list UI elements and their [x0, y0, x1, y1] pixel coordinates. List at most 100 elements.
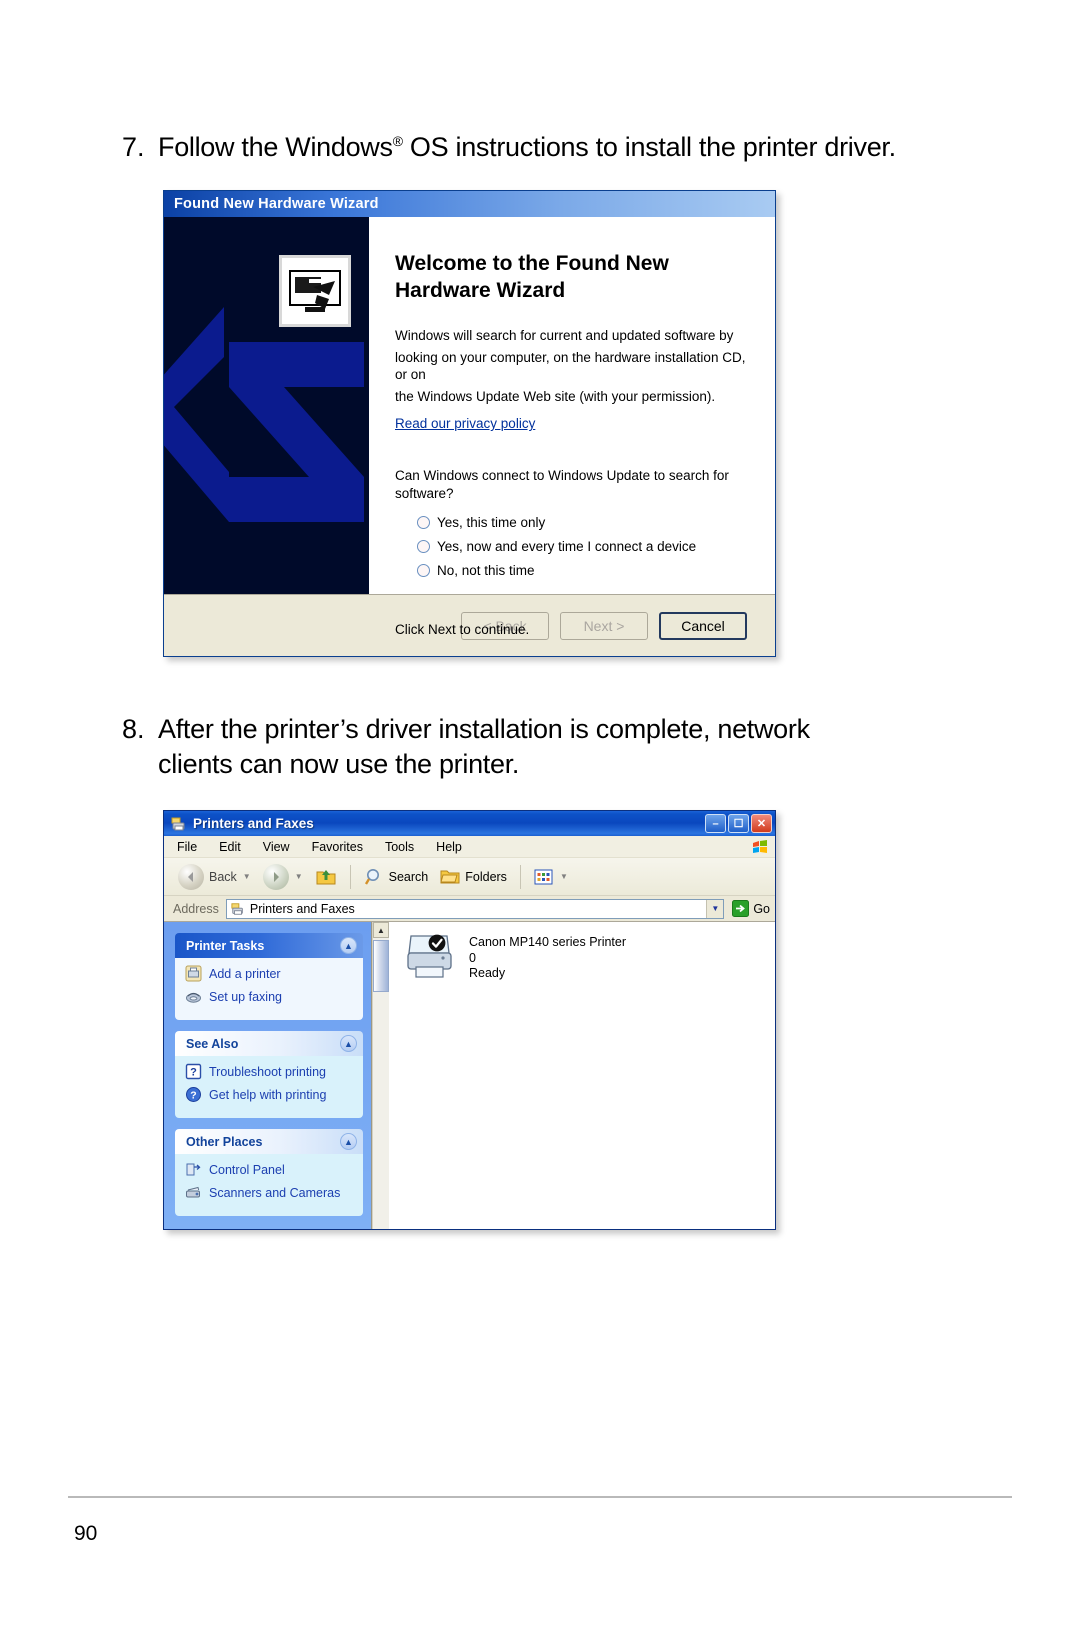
- toolbar-back-button[interactable]: Back ▼: [173, 863, 256, 891]
- explorer-menu-bar: File Edit View Favorites Tools Help: [164, 836, 775, 858]
- toolbar-search-button[interactable]: Search: [359, 866, 434, 888]
- wizard-content-panel: Welcome to the Found New Hardware Wizard…: [369, 217, 775, 637]
- toolbar-folders-label: Folders: [465, 869, 507, 884]
- footer-divider: [68, 1496, 1012, 1498]
- toolbar-views-button[interactable]: ▼: [529, 867, 573, 887]
- chevron-down-icon[interactable]: ▼: [243, 872, 251, 881]
- radio-option-label: Yes, this time only: [437, 514, 546, 530]
- step-7-text-after: OS instructions to install the printer d…: [402, 132, 896, 162]
- chevron-down-icon[interactable]: ▼: [560, 872, 568, 881]
- wizard-paragraph-line-2: looking on your computer, on the hardwar…: [395, 349, 746, 383]
- wizard-paragraph-line-1: Windows will search for current and upda…: [395, 327, 734, 343]
- explorer-title-bar: Printers and Faxes – ☐ ✕: [164, 811, 775, 836]
- views-icon[interactable]: [534, 868, 554, 886]
- address-label: Address: [173, 901, 219, 916]
- address-bar: Address Printers and Faxes ▼ Go: [164, 896, 775, 922]
- scrollbar-thumb[interactable]: [373, 940, 389, 992]
- toolbar-up-button[interactable]: [310, 866, 342, 888]
- menu-file[interactable]: File: [177, 840, 197, 854]
- folders-icon[interactable]: [440, 867, 460, 886]
- menu-help[interactable]: Help: [436, 840, 462, 854]
- close-button[interactable]: ✕: [751, 814, 772, 833]
- panel-printer-tasks-header[interactable]: Printer Tasks ▲: [175, 933, 363, 958]
- sidebar-item-scanners-and-cameras[interactable]: Scanners and Cameras: [185, 1184, 355, 1201]
- wizard-click-next-text: Click Next to continue.: [395, 621, 530, 637]
- address-dropdown-chevron-down-icon[interactable]: ▼: [706, 899, 724, 918]
- toolbar-forward-button[interactable]: ▼: [258, 863, 308, 891]
- chevron-up-icon[interactable]: ▲: [340, 1133, 357, 1150]
- sidebar-item-label: Troubleshoot printing: [209, 1064, 326, 1079]
- radio-button-icon[interactable]: [417, 563, 430, 577]
- sidebar-item-add-a-printer[interactable]: Add a printer: [185, 965, 355, 982]
- scroll-up-button[interactable]: ▲: [373, 922, 389, 938]
- window-controls: – ☐ ✕: [705, 814, 772, 833]
- radio-option-yes-every-time[interactable]: Yes, now and every time I connect a devi…: [417, 539, 749, 554]
- step-8: 8. After the printer’s driver installati…: [122, 712, 882, 781]
- radio-option-label: No, not this time: [437, 562, 535, 578]
- address-input[interactable]: Printers and Faxes ▼: [225, 898, 725, 919]
- forward-arrow-icon[interactable]: [262, 863, 289, 890]
- wizard-heading-line-1: Welcome to the Found New: [395, 252, 669, 275]
- privacy-policy-link[interactable]: Read our privacy policy: [395, 416, 535, 431]
- svg-text:?: ?: [190, 1090, 196, 1102]
- minimize-button[interactable]: –: [705, 814, 726, 833]
- radio-option-no-not-this-time[interactable]: No, not this time: [417, 563, 749, 578]
- radio-button-icon[interactable]: [417, 515, 430, 529]
- sidebar-item-get-help-with-printing[interactable]: ? Get help with printing: [185, 1086, 355, 1103]
- sidebar-item-set-up-faxing[interactable]: Set up faxing: [185, 988, 355, 1005]
- printer-details: Canon MP140 series Printer 0 Ready: [469, 933, 626, 982]
- toolbar-separator: [349, 864, 351, 889]
- wizard-body: Welcome to the Found New Hardware Wizard…: [164, 217, 775, 637]
- panel-printer-tasks-title: Printer Tasks: [186, 938, 265, 953]
- wizard-question-line-1: Can Windows connect to Windows Update to…: [395, 468, 729, 483]
- menu-edit[interactable]: Edit: [219, 840, 241, 854]
- sidebar-item-label: Add a printer: [209, 966, 281, 981]
- back-arrow-icon[interactable]: [178, 863, 204, 890]
- explorer-toolbar: Back ▼ ▼ Search Folders ▼: [164, 858, 775, 896]
- panel-other-places-header[interactable]: Other Places ▲: [175, 1129, 363, 1154]
- chevron-up-icon[interactable]: ▲: [340, 1035, 357, 1052]
- explorer-content: Printer Tasks ▲ Add a printer Set up fax…: [164, 922, 775, 1229]
- radio-button-icon[interactable]: [417, 539, 430, 553]
- radio-option-yes-this-time[interactable]: Yes, this time only: [417, 515, 749, 530]
- menu-favorites[interactable]: Favorites: [312, 840, 363, 854]
- chevron-down-icon[interactable]: ▼: [295, 872, 303, 881]
- add-printer-icon: [185, 965, 202, 982]
- list-item[interactable]: Canon MP140 series Printer 0 Ready: [403, 933, 775, 982]
- printers-folder-icon: [231, 902, 243, 915]
- sidebar-item-troubleshoot-printing[interactable]: ? Troubleshoot printing: [185, 1063, 355, 1080]
- menu-view[interactable]: View: [263, 840, 290, 854]
- chevron-up-icon[interactable]: ▲: [340, 937, 357, 954]
- maximize-button[interactable]: ☐: [728, 814, 749, 833]
- search-icon[interactable]: [364, 867, 384, 887]
- printers-folder-icon: [171, 817, 185, 830]
- menu-tools[interactable]: Tools: [385, 840, 414, 854]
- toolbar-folders-button[interactable]: Folders: [435, 866, 512, 887]
- panel-other-places-body: Control Panel Scanners and Cameras: [175, 1154, 363, 1216]
- step-8-line-1: After the printer’s driver installation …: [158, 714, 810, 744]
- go-arrow-icon[interactable]: [732, 900, 750, 917]
- control-panel-icon: [186, 1163, 201, 1176]
- sidebar-item-label: Control Panel: [209, 1162, 285, 1177]
- wizard-banner-panel: [164, 217, 369, 594]
- sidebar-item-label: Get help with printing: [209, 1087, 327, 1102]
- toolbar-search-label: Search: [388, 869, 429, 884]
- page-number: 90: [74, 1522, 98, 1545]
- panel-see-also-body: ? Troubleshoot printing ? Get help with …: [175, 1056, 363, 1118]
- wizard-question-line-2: software?: [395, 485, 454, 501]
- svg-text:?: ?: [190, 1067, 197, 1079]
- printers-and-faxes-window: Printers and Faxes – ☐ ✕ File Edit View …: [163, 810, 776, 1230]
- sidebar-item-control-panel[interactable]: Control Panel: [185, 1161, 355, 1178]
- step-7: 7. Follow the Windows® OS instructions t…: [122, 130, 952, 165]
- wizard-heading-line-2: Hardware Wizard: [395, 278, 566, 302]
- up-folder-icon[interactable]: [315, 867, 337, 887]
- scanner-icon: [186, 1186, 200, 1198]
- step-7-text-before: Follow the Windows: [158, 132, 393, 162]
- panel-see-also: See Also ▲ ? Troubleshoot printing ? Get…: [175, 1031, 363, 1118]
- go-button[interactable]: Go: [732, 900, 770, 917]
- fax-icon: [186, 992, 201, 1003]
- vertical-scrollbar[interactable]: ▲: [372, 922, 389, 1229]
- step-8-text: After the printer’s driver installation …: [158, 712, 810, 781]
- help-circle-icon: ?: [186, 1087, 201, 1102]
- panel-see-also-header[interactable]: See Also ▲: [175, 1031, 363, 1056]
